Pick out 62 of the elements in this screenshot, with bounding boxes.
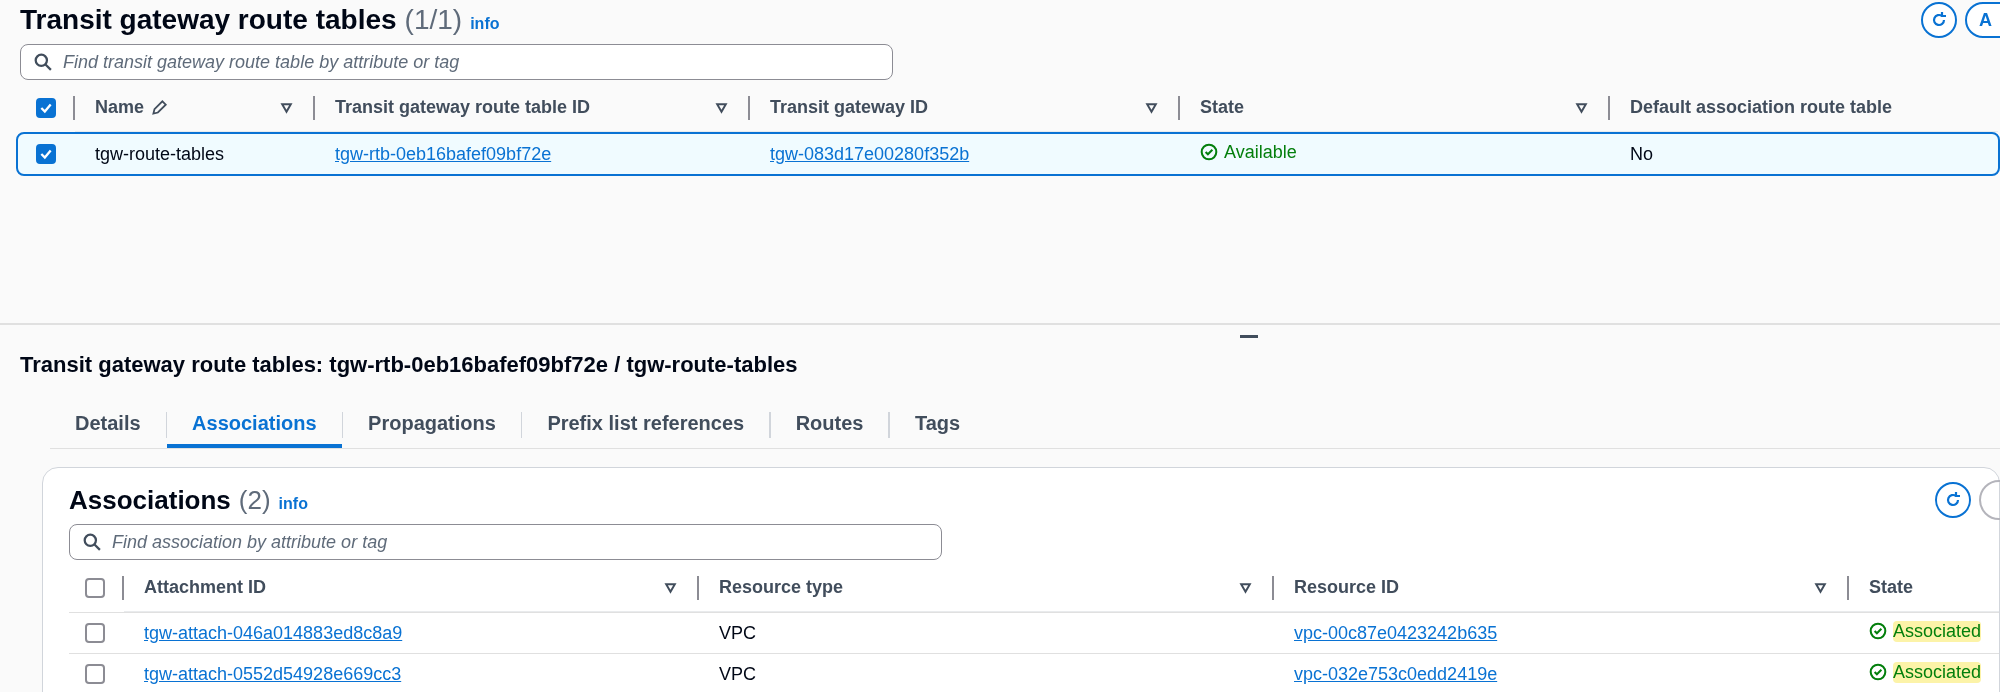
panel-title: Associations	[69, 484, 231, 516]
column-label: Default association route table	[1630, 97, 1893, 118]
refresh-button[interactable]	[1921, 2, 1957, 38]
tab[interactable]: Details	[50, 402, 166, 448]
column-label: State	[1200, 97, 1244, 118]
select-all-checkbox[interactable]	[85, 578, 105, 598]
column-label: Resource type	[719, 577, 844, 598]
sort-icon[interactable]	[280, 101, 293, 114]
refresh-button[interactable]	[1935, 482, 1971, 518]
id-link[interactable]: vpc-00c87e0423242b635	[1294, 622, 1498, 643]
search-icon	[34, 53, 52, 71]
check-icon	[39, 101, 53, 115]
status-text: Available	[1224, 141, 1297, 163]
tab[interactable]: Associations	[167, 402, 342, 448]
column-label: Name	[95, 97, 145, 118]
sort-icon[interactable]	[1145, 101, 1158, 114]
tab[interactable]: Tags	[889, 402, 986, 448]
table-cell: tgw-route-tables	[95, 143, 225, 164]
section-title: Transit gateway route tables	[20, 4, 397, 36]
row-checkbox[interactable]	[85, 623, 105, 643]
sort-icon[interactable]	[1575, 101, 1588, 114]
resize-handle[interactable]	[1240, 335, 1258, 338]
column-label: Attachment ID	[144, 577, 266, 598]
column-label: State	[1869, 577, 1913, 598]
row-checkbox[interactable]	[85, 664, 105, 684]
id-link[interactable]: tgw-attach-0552d54928e669cc3	[144, 663, 402, 684]
info-link[interactable]: info	[278, 494, 308, 513]
id-link[interactable]: tgw-attach-046a014883ed8c8a9	[144, 622, 403, 643]
action-button[interactable]: A	[1965, 2, 2000, 38]
select-all-checkbox[interactable]	[36, 98, 56, 118]
tab[interactable]: Propagations	[343, 402, 521, 448]
check-icon	[39, 147, 53, 161]
detail-title: Transit gateway route tables: tgw-rtb-0eb16bafef09bf72e / tgw-route-tables	[19, 351, 799, 378]
search-field[interactable]: Find association by attribute or tag	[69, 524, 942, 560]
column-label: Transit gateway route table ID	[335, 97, 591, 118]
id-link[interactable]: tgw-083d17e00280f352b	[770, 143, 970, 164]
pencil-icon	[150, 98, 169, 117]
search-field[interactable]: Find transit gateway route table by attribute or tag	[20, 44, 893, 80]
tab[interactable]: Prefix list references	[522, 402, 770, 448]
id-link[interactable]: tgw-rtb-0eb16bafef09bf72e	[335, 143, 552, 164]
check-circle-icon	[1869, 622, 1887, 641]
column-label: Transit gateway ID	[770, 97, 929, 118]
id-link[interactable]: vpc-032e753c0edd2419e	[1294, 663, 1498, 684]
search-icon	[83, 533, 101, 551]
table-row[interactable]: tgw-route-tables tgw-rtb-0eb16bafef09bf72e tgw-083d17e00280f352b Available No	[16, 132, 2000, 176]
sort-icon[interactable]	[1239, 581, 1252, 594]
table-cell: VPC	[719, 663, 756, 684]
check-circle-icon	[1200, 143, 1218, 162]
status-text: Associated	[1893, 620, 1982, 642]
tab[interactable]: Routes	[770, 402, 889, 448]
sort-icon[interactable]	[664, 581, 677, 594]
check-circle-icon	[1869, 663, 1887, 682]
info-link[interactable]: info	[470, 15, 500, 33]
status-text: Associated	[1893, 661, 1982, 683]
item-count: (2)	[238, 484, 271, 516]
row-checkbox[interactable]	[36, 144, 56, 164]
table-cell: No	[1630, 143, 1653, 164]
sort-icon[interactable]	[715, 101, 728, 114]
sort-icon[interactable]	[1814, 581, 1827, 594]
column-label: Resource ID	[1294, 577, 1400, 598]
table-cell: VPC	[719, 622, 756, 643]
item-count: (1/1)	[404, 4, 463, 36]
